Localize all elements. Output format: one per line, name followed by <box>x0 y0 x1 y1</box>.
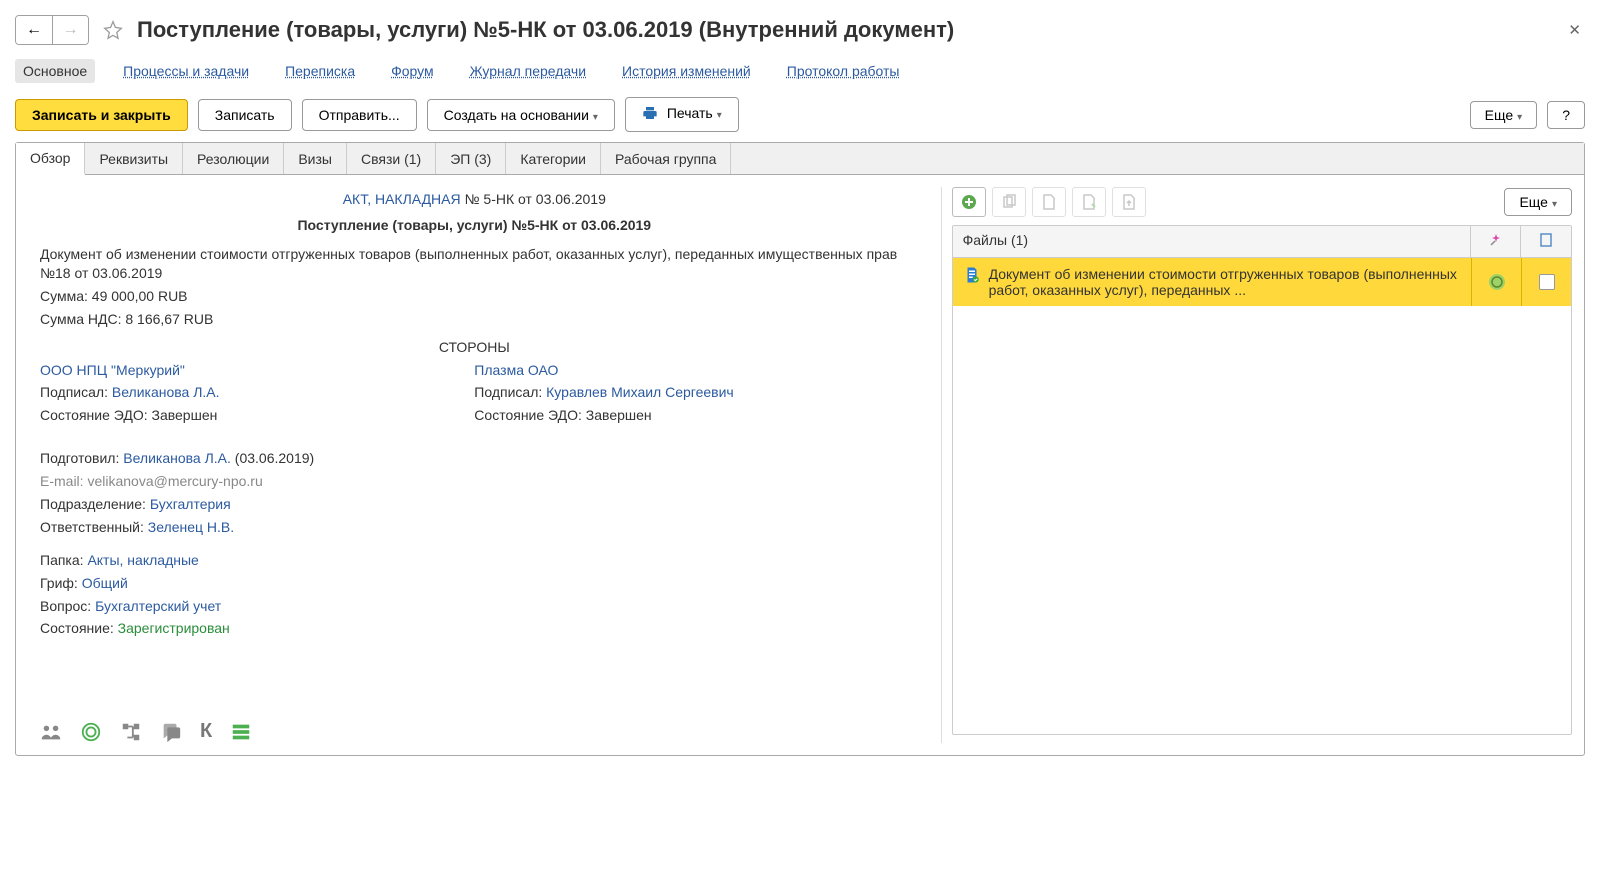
party1-signer[interactable]: Великанова Л.А. <box>112 384 220 400</box>
folder-link[interactable]: Акты, накладные <box>87 552 198 568</box>
file-row[interactable]: Документ об изменении стоимости отгружен… <box>953 258 1571 306</box>
prepared-email: velikanova@mercury-npo.ru <box>87 473 262 489</box>
nav-main[interactable]: Основное <box>15 59 95 83</box>
tree-icon[interactable] <box>120 721 142 743</box>
more-button[interactable]: Еще▾ <box>1470 101 1538 129</box>
tab-bar: Обзор Реквизиты Резолюции Визы Связи (1)… <box>16 143 1584 175</box>
save-close-button[interactable]: Записать и закрыть <box>15 99 188 131</box>
sum-label: Сумма: <box>40 288 92 304</box>
file-button-3[interactable] <box>1112 187 1146 217</box>
print-button[interactable]: Печать ▾ <box>625 97 739 132</box>
file-name: Документ об изменении стоимости отгружен… <box>989 266 1461 298</box>
send-button[interactable]: Отправить... <box>302 99 417 131</box>
tab-categories[interactable]: Категории <box>506 143 601 174</box>
state-link[interactable]: Зарегистрирован <box>118 620 230 636</box>
party-2: Плазма ОАО Подписал: Куравлев Михаил Сер… <box>474 361 908 430</box>
add-file-button[interactable] <box>952 187 986 217</box>
party1-org[interactable]: ООО НПЦ "Меркурий" <box>40 362 185 378</box>
print-label: Печать <box>667 105 713 121</box>
nav-history[interactable]: История изменений <box>614 59 759 83</box>
party2-org[interactable]: Плазма ОАО <box>474 362 558 378</box>
file-button-1[interactable] <box>1032 187 1066 217</box>
copy-icon <box>1001 194 1017 210</box>
doc-description: Документ об изменении стоимости отгружен… <box>40 245 909 283</box>
tab-visas[interactable]: Визы <box>284 143 347 174</box>
plus-circle-icon <box>961 194 977 210</box>
chat-icon[interactable] <box>160 721 182 743</box>
list-icon[interactable] <box>230 721 252 743</box>
document-icon <box>963 266 981 287</box>
page-icon <box>1539 232 1553 248</box>
prepared-by[interactable]: Великанова Л.А. <box>123 450 231 466</box>
file-button-2[interactable] <box>1072 187 1106 217</box>
responsible-link[interactable]: Зеленец Н.В. <box>148 519 234 535</box>
party2-signer[interactable]: Куравлев Михаил Сергеевич <box>546 384 734 400</box>
users-icon[interactable] <box>40 721 62 743</box>
files-table: Файлы (1) Документ об изменении стоимост… <box>952 225 1572 735</box>
sum-value: 49 000,00 RUB <box>92 288 188 304</box>
file-edit-icon <box>1082 194 1096 210</box>
doc-number: № 5-НК от 03.06.2019 <box>461 191 606 207</box>
main-toolbar: Записать и закрыть Записать Отправить...… <box>15 97 1585 132</box>
section-nav: Основное Процессы и задачи Переписка Фор… <box>15 59 1585 83</box>
chevron-down-icon: ▾ <box>1517 112 1522 123</box>
create-based-label: Создать на основании <box>444 107 589 123</box>
tab-workgroup[interactable]: Рабочая группа <box>601 143 731 174</box>
print-icon <box>642 105 658 124</box>
tab-links[interactable]: Связи (1) <box>347 143 436 174</box>
close-icon[interactable]: ✕ <box>1564 17 1585 43</box>
files-header-check[interactable] <box>1521 226 1571 257</box>
files-panel: Еще▾ Файлы (1) <box>941 187 1572 743</box>
vat-value: 8 166,67 RUB <box>125 311 213 327</box>
doc-type-link[interactable]: АКТ, НАКЛАДНАЯ <box>343 191 461 207</box>
file-icon <box>1042 194 1056 210</box>
letter-k-icon[interactable]: К <box>200 720 212 743</box>
overview-panel: АКТ, НАКЛАДНАЯ № 5-НК от 03.06.2019 Пост… <box>28 187 921 743</box>
grif-link[interactable]: Общий <box>82 575 128 591</box>
chevron-down-icon: ▾ <box>717 110 722 121</box>
save-button[interactable]: Записать <box>198 99 292 131</box>
nav-forum[interactable]: Форум <box>383 59 442 83</box>
doc-title: Поступление (товары, услуги) №5-НК от 03… <box>40 217 909 233</box>
file-upload-icon <box>1122 194 1136 210</box>
back-button[interactable]: ← <box>16 16 52 44</box>
chevron-down-icon: ▾ <box>1552 199 1557 210</box>
spiral-icon[interactable] <box>80 721 102 743</box>
file-checkbox[interactable] <box>1539 274 1555 290</box>
party1-edo-state: Завершен <box>152 407 218 423</box>
prepared-date: (03.06.2019) <box>231 450 314 466</box>
wand-icon <box>1488 232 1504 248</box>
chevron-down-icon: ▾ <box>593 112 598 123</box>
footer-toolbar: К <box>40 720 252 743</box>
favorite-star-icon[interactable] <box>99 16 127 44</box>
tab-ep[interactable]: ЭП (3) <box>436 143 506 174</box>
nav-buttons: ← → <box>15 15 89 45</box>
page-title: Поступление (товары, услуги) №5-НК от 03… <box>137 17 1554 43</box>
tab-details[interactable]: Реквизиты <box>85 143 183 174</box>
files-header-name[interactable]: Файлы (1) <box>953 226 1471 257</box>
help-button[interactable]: ? <box>1547 101 1585 129</box>
create-based-on-button[interactable]: Создать на основании ▾ <box>427 99 615 131</box>
parties-heading: СТОРОНЫ <box>40 339 909 355</box>
nav-correspondence[interactable]: Переписка <box>277 59 363 83</box>
party-1: ООО НПЦ "Меркурий" Подписал: Великанова … <box>40 361 474 430</box>
files-header-status[interactable] <box>1471 226 1521 257</box>
vat-label: Сумма НДС: <box>40 311 125 327</box>
tabs-container: Обзор Реквизиты Резолюции Визы Связи (1)… <box>15 142 1585 756</box>
status-ok-icon <box>1488 273 1506 291</box>
nav-protocol[interactable]: Протокол работы <box>779 59 908 83</box>
department-link[interactable]: Бухгалтерия <box>150 496 231 512</box>
files-more-button[interactable]: Еще▾ <box>1504 188 1572 216</box>
tab-resolutions[interactable]: Резолюции <box>183 143 284 174</box>
forward-button[interactable]: → <box>52 16 88 44</box>
nav-processes[interactable]: Процессы и задачи <box>115 59 257 83</box>
party2-edo-state: Завершен <box>586 407 652 423</box>
tab-overview[interactable]: Обзор <box>16 143 85 175</box>
copy-button[interactable] <box>992 187 1026 217</box>
nav-transfer-log[interactable]: Журнал передачи <box>462 59 594 83</box>
question-link[interactable]: Бухгалтерский учет <box>95 598 221 614</box>
more-label: Еще <box>1485 107 1514 123</box>
